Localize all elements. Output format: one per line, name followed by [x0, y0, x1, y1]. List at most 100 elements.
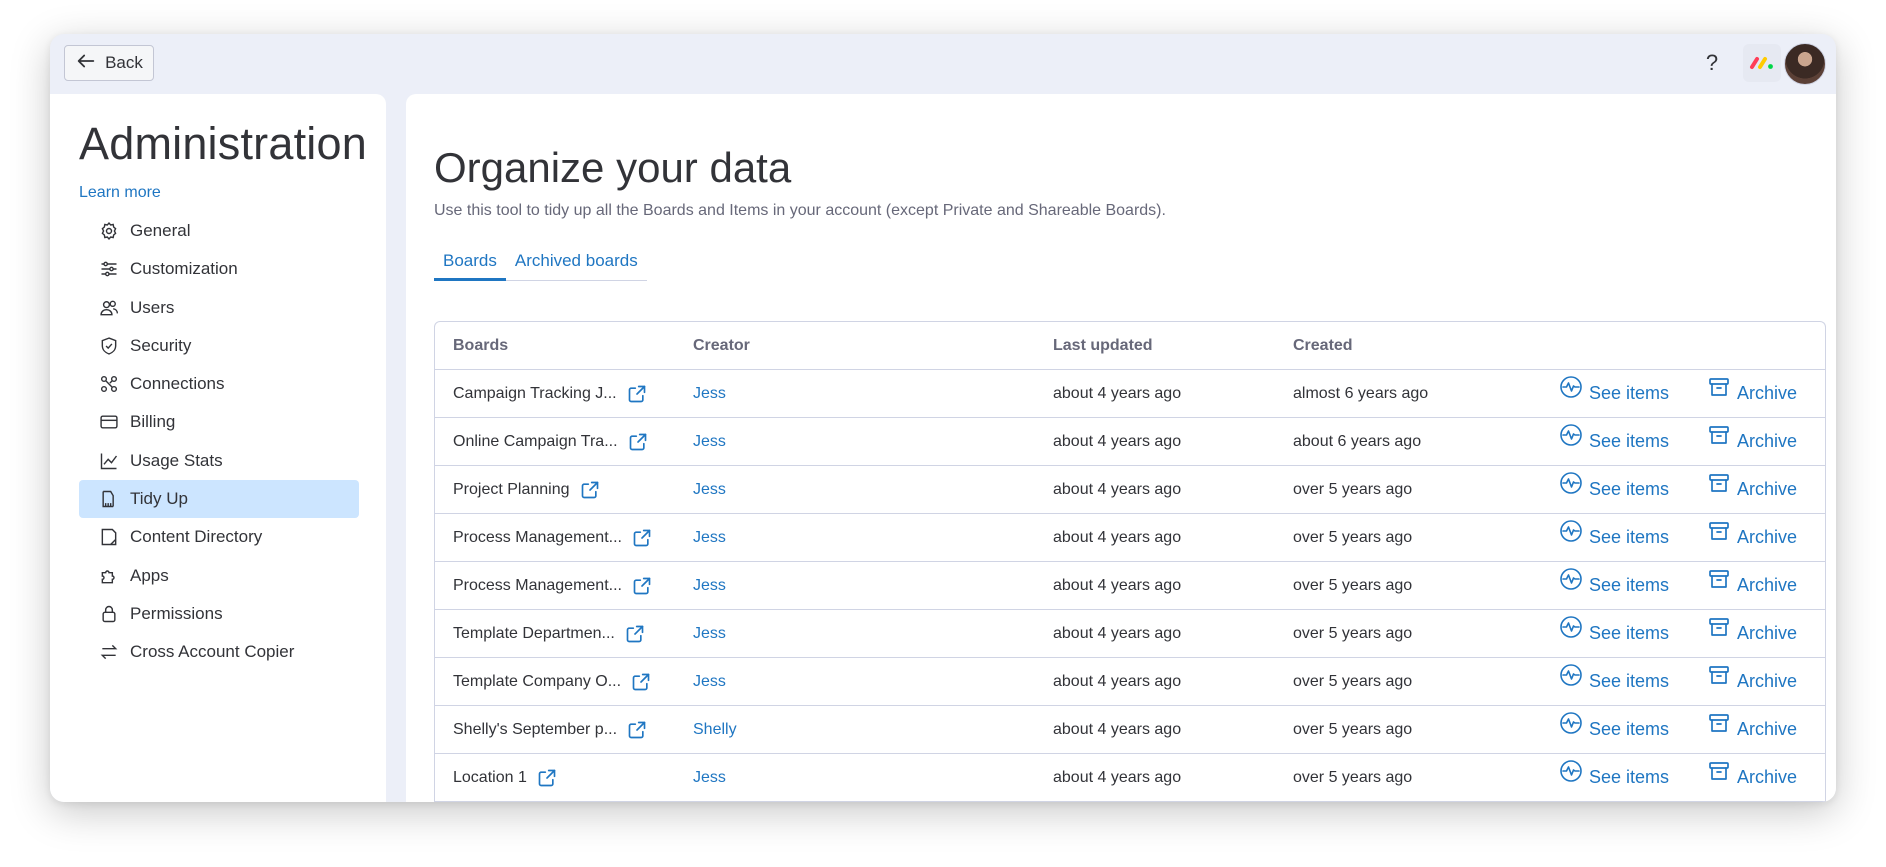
sidebar: Administration Learn more General Custom…: [50, 94, 386, 802]
creator-link[interactable]: Jess: [693, 466, 726, 513]
sidebar-item-connections[interactable]: Connections: [79, 365, 359, 403]
learn-more-link[interactable]: Learn more: [79, 184, 161, 202]
external-link-icon[interactable]: [625, 624, 645, 644]
creator-link[interactable]: Shelly: [693, 706, 737, 753]
tab-archived-boards[interactable]: Archived boards: [506, 244, 647, 278]
sidebar-nav: General Customization Users Security Con…: [79, 212, 359, 672]
created-cell: over 5 years ago: [1293, 481, 1413, 498]
gear-icon: [99, 221, 119, 241]
see-items-button[interactable]: See items: [1559, 418, 1669, 465]
archive-button[interactable]: Archive: [1707, 562, 1797, 609]
last-updated-cell: about 4 years ago: [1053, 769, 1182, 786]
sidebar-item-customization[interactable]: Customization: [79, 250, 359, 288]
help-icon[interactable]: ?: [1697, 46, 1727, 80]
page-title: Organize your data: [434, 144, 792, 191]
archive-button[interactable]: Archive: [1707, 706, 1797, 753]
activity-icon: [1559, 418, 1583, 465]
board-name[interactable]: Process Management...: [453, 562, 622, 609]
archive-button[interactable]: Archive: [1707, 514, 1797, 561]
board-name[interactable]: Location 1: [453, 754, 527, 801]
see-items-button[interactable]: See items: [1559, 754, 1669, 801]
see-items-label: See items: [1589, 383, 1670, 403]
creator-link[interactable]: Jess: [693, 418, 726, 465]
last-updated-cell: about 4 years ago: [1053, 481, 1182, 498]
external-link-icon[interactable]: [580, 480, 600, 500]
creator-link[interactable]: Jess: [693, 658, 726, 705]
sidebar-item-security[interactable]: Security: [79, 327, 359, 365]
archive-icon: [1707, 514, 1731, 561]
table-row: Process Management... Jess about 4 years…: [435, 514, 1825, 562]
external-link-icon[interactable]: [632, 528, 652, 548]
see-items-button[interactable]: See items: [1559, 706, 1669, 753]
tabs: Boards Archived boards: [434, 244, 647, 281]
app-window: Back ? Administration Learn more General…: [50, 34, 1836, 802]
creator-link[interactable]: Jess: [693, 370, 726, 417]
external-link-icon[interactable]: [627, 720, 647, 740]
sidebar-item-label: Content Directory: [130, 527, 263, 547]
sidebar-item-billing[interactable]: Billing: [79, 403, 359, 441]
see-items-button[interactable]: See items: [1559, 370, 1669, 417]
activity-icon: [1559, 706, 1583, 753]
sidebar-item-content-directory[interactable]: Content Directory: [79, 518, 359, 556]
external-link-icon[interactable]: [627, 384, 647, 404]
archive-button[interactable]: Archive: [1707, 466, 1797, 513]
see-items-label: See items: [1589, 719, 1670, 739]
header-last-updated: Last updated: [1053, 337, 1153, 354]
archive-button[interactable]: Archive: [1707, 754, 1797, 801]
archive-button[interactable]: Archive: [1707, 658, 1797, 705]
archive-button[interactable]: Archive: [1707, 418, 1797, 465]
see-items-button[interactable]: See items: [1559, 514, 1669, 561]
back-button[interactable]: Back: [64, 45, 154, 81]
sidebar-item-usage-stats[interactable]: Usage Stats: [79, 442, 359, 480]
sidebar-item-users[interactable]: Users: [79, 289, 359, 327]
archive-button[interactable]: Archive: [1707, 610, 1797, 657]
archive-icon: [1707, 418, 1731, 465]
sidebar-item-cross-account-copier[interactable]: Cross Account Copier: [79, 633, 359, 671]
see-items-button[interactable]: See items: [1559, 658, 1669, 705]
creator-link[interactable]: Jess: [693, 610, 726, 657]
document-icon: [99, 527, 119, 547]
activity-icon: [1559, 514, 1583, 561]
header-boards: Boards: [453, 337, 509, 354]
page-subtitle: Use this tool to tidy up all the Boards …: [434, 202, 1166, 219]
archive-icon: [1707, 562, 1731, 609]
board-name[interactable]: Template Company O...: [453, 658, 621, 705]
main-panel: Organize your data Use this tool to tidy…: [406, 94, 1836, 802]
board-name[interactable]: Shelly's September p...: [453, 706, 617, 753]
sidebar-item-label: Cross Account Copier: [130, 642, 295, 662]
see-items-button[interactable]: See items: [1559, 466, 1669, 513]
sidebar-item-permissions[interactable]: Permissions: [79, 595, 359, 633]
creator-link[interactable]: Jess: [693, 754, 726, 801]
external-link-icon[interactable]: [537, 768, 557, 788]
chart-icon: [99, 451, 119, 471]
see-items-button[interactable]: See items: [1559, 562, 1669, 609]
table-row: Shelly's September p... Shelly about 4 y…: [435, 706, 1825, 754]
see-items-button[interactable]: See items: [1559, 610, 1669, 657]
creator-link[interactable]: Jess: [693, 562, 726, 609]
table-row: Project Planning Jess about 4 years ago …: [435, 466, 1825, 514]
created-cell: over 5 years ago: [1293, 721, 1413, 738]
board-name[interactable]: Project Planning: [453, 466, 570, 513]
table-row: Template Company O... Jess about 4 years…: [435, 658, 1825, 706]
external-link-icon[interactable]: [631, 672, 651, 692]
avatar[interactable]: [1784, 43, 1826, 85]
sidebar-item-tidy-up[interactable]: Tidy Up: [79, 480, 359, 519]
archive-button[interactable]: Archive: [1707, 370, 1797, 417]
archive-label: Archive: [1737, 383, 1798, 403]
external-link-icon[interactable]: [628, 432, 648, 452]
external-link-icon[interactable]: [632, 576, 652, 596]
table-row: Template Departmen... Jess about 4 years…: [435, 610, 1825, 658]
board-name[interactable]: Online Campaign Tra...: [453, 418, 618, 465]
created-cell: about 6 years ago: [1293, 433, 1422, 450]
creator-link[interactable]: Jess: [693, 514, 726, 561]
table-row: Online Campaign Tra... Jess about 4 year…: [435, 418, 1825, 466]
monday-logo-icon[interactable]: [1743, 44, 1781, 82]
sidebar-item-label: General: [130, 221, 191, 240]
sidebar-item-general[interactable]: General: [79, 212, 359, 250]
board-name[interactable]: Process Management...: [453, 514, 622, 561]
sidebar-item-apps[interactable]: Apps: [79, 557, 359, 595]
board-name[interactable]: Campaign Tracking J...: [453, 370, 617, 417]
last-updated-cell: about 4 years ago: [1053, 673, 1182, 690]
tab-boards[interactable]: Boards: [434, 244, 506, 281]
board-name[interactable]: Template Departmen...: [453, 610, 615, 657]
